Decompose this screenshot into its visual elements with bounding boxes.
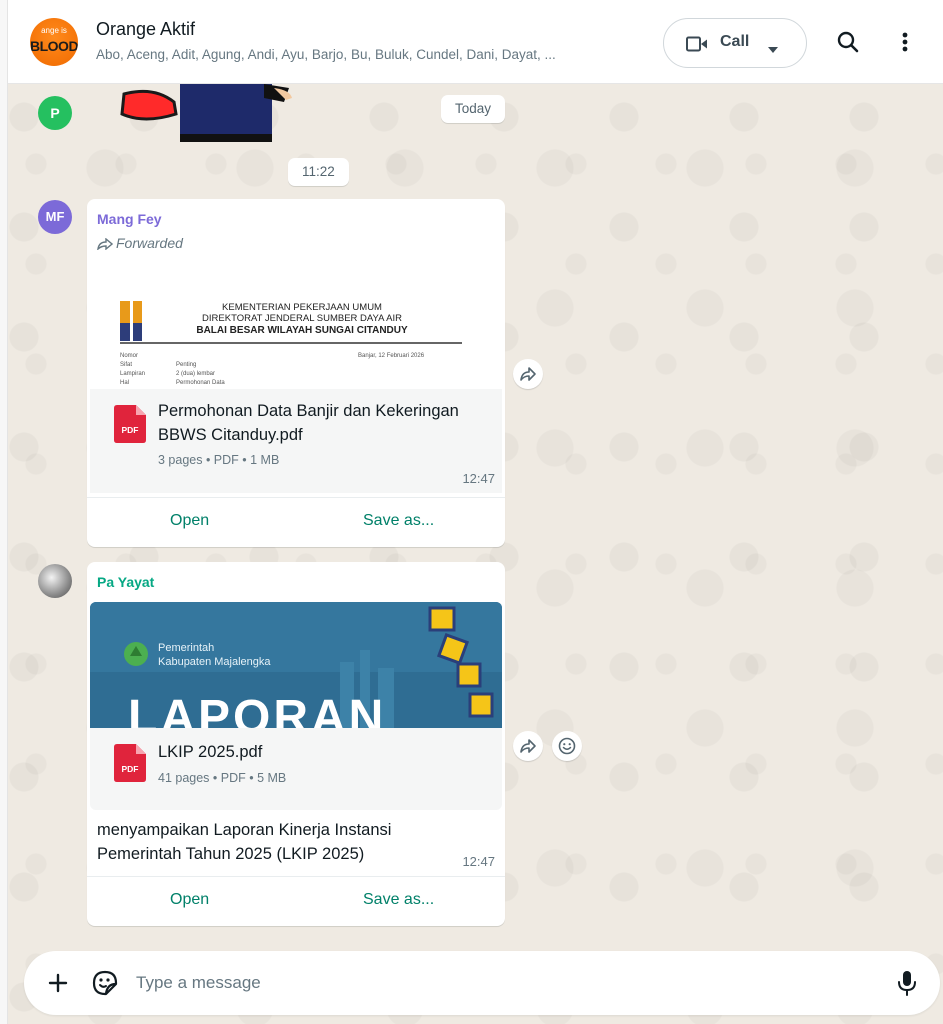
document-attachment[interactable]: PDF LKIP 2025.pdf 41 pages • PDF • 5 MB [90, 728, 502, 810]
chat-header: ange is BLOOD Orange Aktif Abo, Aceng, A… [8, 0, 943, 84]
avatar-logo-main: BLOOD [30, 38, 78, 54]
plus-icon[interactable] [46, 971, 70, 1000]
group-members[interactable]: Abo, Aceng, Adit, Agung, Andi, Ayu, Barj… [96, 47, 556, 62]
open-button[interactable]: Open [170, 891, 209, 909]
preview-hal-value: Permohonan Data [176, 380, 225, 386]
preview-date: Banjar, 12 Februari 2026 [358, 353, 425, 359]
forward-button[interactable] [513, 359, 543, 389]
preview-nomor-label: Nomor [120, 353, 138, 359]
chevron-down-icon [768, 40, 778, 58]
emoji-icon [558, 737, 576, 755]
preview-sifat-label: Sifat [120, 362, 132, 368]
message-caption: menyampaikan Laporan Kinerja Instansi Pe… [97, 821, 392, 863]
document-attachment[interactable]: PDF Permohonan Data Banjir dan Kekeringa… [90, 389, 502, 493]
preview-line1: KEMENTERIAN PEKERJAAN UMUM [222, 302, 382, 313]
save-as-button[interactable]: Save as... [363, 891, 434, 909]
forwarded-label: Forwarded [97, 235, 183, 251]
forward-button[interactable] [513, 731, 543, 761]
document-preview[interactable]: KEMENTERIAN PEKERJAAN UMUM DIREKTORAT JE… [90, 271, 502, 389]
group-name[interactable]: Orange Aktif [96, 19, 195, 40]
document-name: LKIP 2025.pdf [158, 743, 263, 761]
document-thumbnail[interactable]: Pemerintah Kabupaten Majalengka LAPORAN [90, 602, 502, 728]
microphone-icon[interactable] [897, 970, 917, 1001]
forward-icon [520, 367, 536, 381]
document-meta: 41 pages • PDF • 5 MB [158, 771, 287, 785]
pdf-badge: PDF [122, 764, 139, 774]
search-icon[interactable] [836, 30, 860, 54]
save-as-button[interactable]: Save as... [363, 512, 434, 530]
call-label: Call [720, 33, 750, 50]
avatar-logo-top: ange is [41, 26, 67, 35]
forward-icon [97, 237, 114, 251]
thumbnail-gov-line1: Pemerintah [158, 642, 215, 654]
group-avatar[interactable]: ange is BLOOD [30, 18, 78, 66]
date-chip: Today [441, 95, 506, 123]
preview-line3: BALAI BESAR WILAYAH SUNGAI CITANDUY [196, 325, 408, 336]
preview-lampiran-value: 2 (dua) lembar [176, 371, 215, 377]
document-actions: Open Save as... [87, 876, 505, 926]
video-camera-icon [686, 36, 708, 57]
avatar[interactable] [38, 564, 72, 598]
preview-lampiran-label: Lampiran [120, 371, 145, 377]
document-actions: Open Save as... [87, 497, 505, 547]
kebab-menu-icon[interactable] [901, 30, 909, 54]
document-name: Permohonan Data Banjir dan Kekeringan BB… [158, 402, 459, 444]
preview-sifat-value: Penting [176, 362, 196, 368]
preview-hal-label: Hal [120, 380, 129, 386]
sender-name[interactable]: Mang Fey [97, 211, 162, 227]
avatar[interactable]: MF [38, 200, 72, 234]
preview-line2: DIREKTORAT JENDERAL SUMBER DAYA AIR [202, 313, 402, 324]
window-edge [0, 0, 8, 1024]
time-chip: 11:22 [288, 158, 349, 186]
pdf-icon: PDF [114, 405, 146, 443]
sticker-icon[interactable] [92, 970, 118, 1001]
pdf-badge: PDF [122, 425, 139, 435]
call-button[interactable]: Call [663, 18, 807, 68]
forwarded-text: Forwarded [116, 235, 183, 251]
message-composer [24, 951, 940, 1015]
message-bubble[interactable]: Pa Yayat Pemerintah Kabupaten Majalengka… [87, 562, 505, 926]
message-time: 12:47 [462, 854, 495, 869]
open-button[interactable]: Open [170, 512, 209, 530]
pdf-icon: PDF [114, 744, 146, 782]
message-time: 12:47 [462, 471, 495, 486]
message-input[interactable] [136, 967, 876, 999]
sender-name[interactable]: Pa Yayat [97, 574, 154, 590]
thumbnail-title: LAPORAN [128, 691, 387, 728]
forward-icon [520, 739, 536, 753]
sticker-message[interactable] [114, 84, 304, 144]
avatar[interactable]: P [38, 96, 72, 130]
message-bubble[interactable]: Mang Fey Forwarded KEMENTERIAN PEKERJAAN… [87, 199, 505, 547]
document-meta: 3 pages • PDF • 1 MB [158, 453, 280, 467]
react-button[interactable] [552, 731, 582, 761]
thumbnail-gov-line2: Kabupaten Majalengka [158, 656, 271, 668]
